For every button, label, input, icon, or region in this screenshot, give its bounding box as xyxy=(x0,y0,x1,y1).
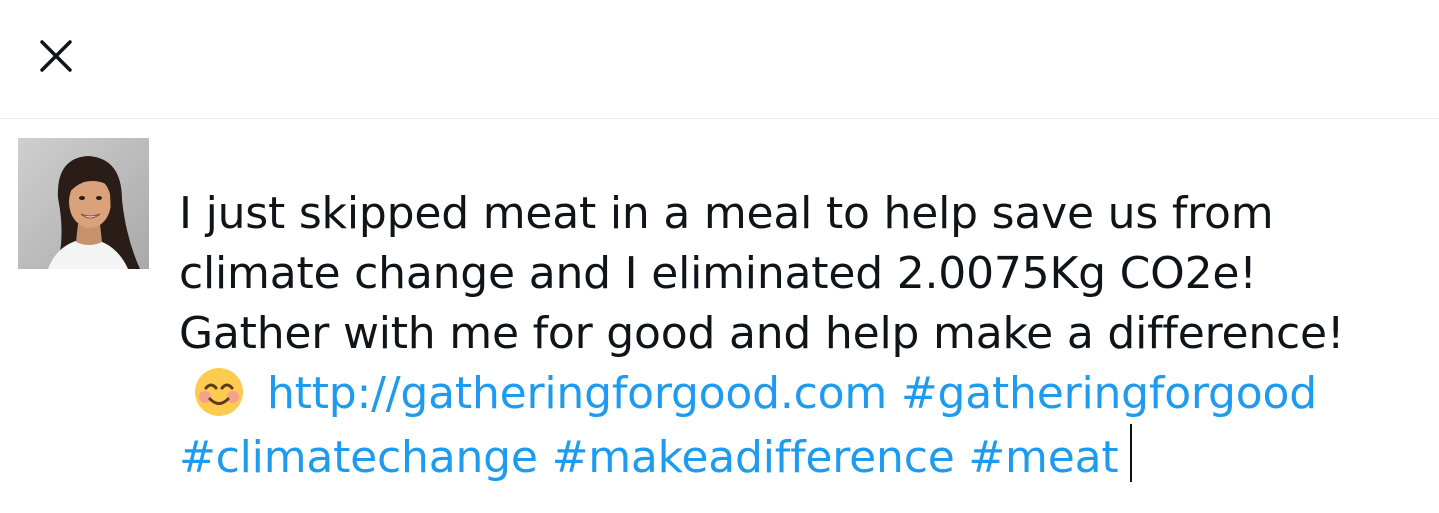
avatar-photo xyxy=(18,138,149,269)
hashtag-gatheringforgood[interactable]: #gatheringforgood xyxy=(901,368,1317,419)
close-icon xyxy=(40,40,72,72)
tweet-text-line-2: climate change and I eliminated 2.0075Kg… xyxy=(179,248,1257,299)
tweet-text-line-1: I just skipped meat in a meal to help sa… xyxy=(179,188,1274,239)
dialog-header xyxy=(0,0,1439,119)
close-button[interactable] xyxy=(24,24,88,88)
smiling-face-emoji-icon xyxy=(195,368,243,416)
text-caret xyxy=(1130,424,1133,482)
tweet-text-line-4: http://gatheringforgood.com #gatheringfo… xyxy=(179,364,1409,424)
hashtag-meat[interactable]: #meat xyxy=(968,432,1118,483)
hashtag-climatechange[interactable]: #climatechange xyxy=(179,432,538,483)
hashtag-makeadifference[interactable]: #makeadifference xyxy=(552,432,955,483)
avatar[interactable] xyxy=(18,138,149,269)
tweet-text-line-3: Gather with me for good and help make a … xyxy=(179,308,1345,359)
tweet-composer[interactable]: I just skipped meat in a meal to help sa… xyxy=(179,184,1409,488)
tweet-text-line-5: #climatechange #makeadifference #meat xyxy=(179,424,1409,488)
tweet-link[interactable]: http://gatheringforgood.com xyxy=(267,368,887,419)
